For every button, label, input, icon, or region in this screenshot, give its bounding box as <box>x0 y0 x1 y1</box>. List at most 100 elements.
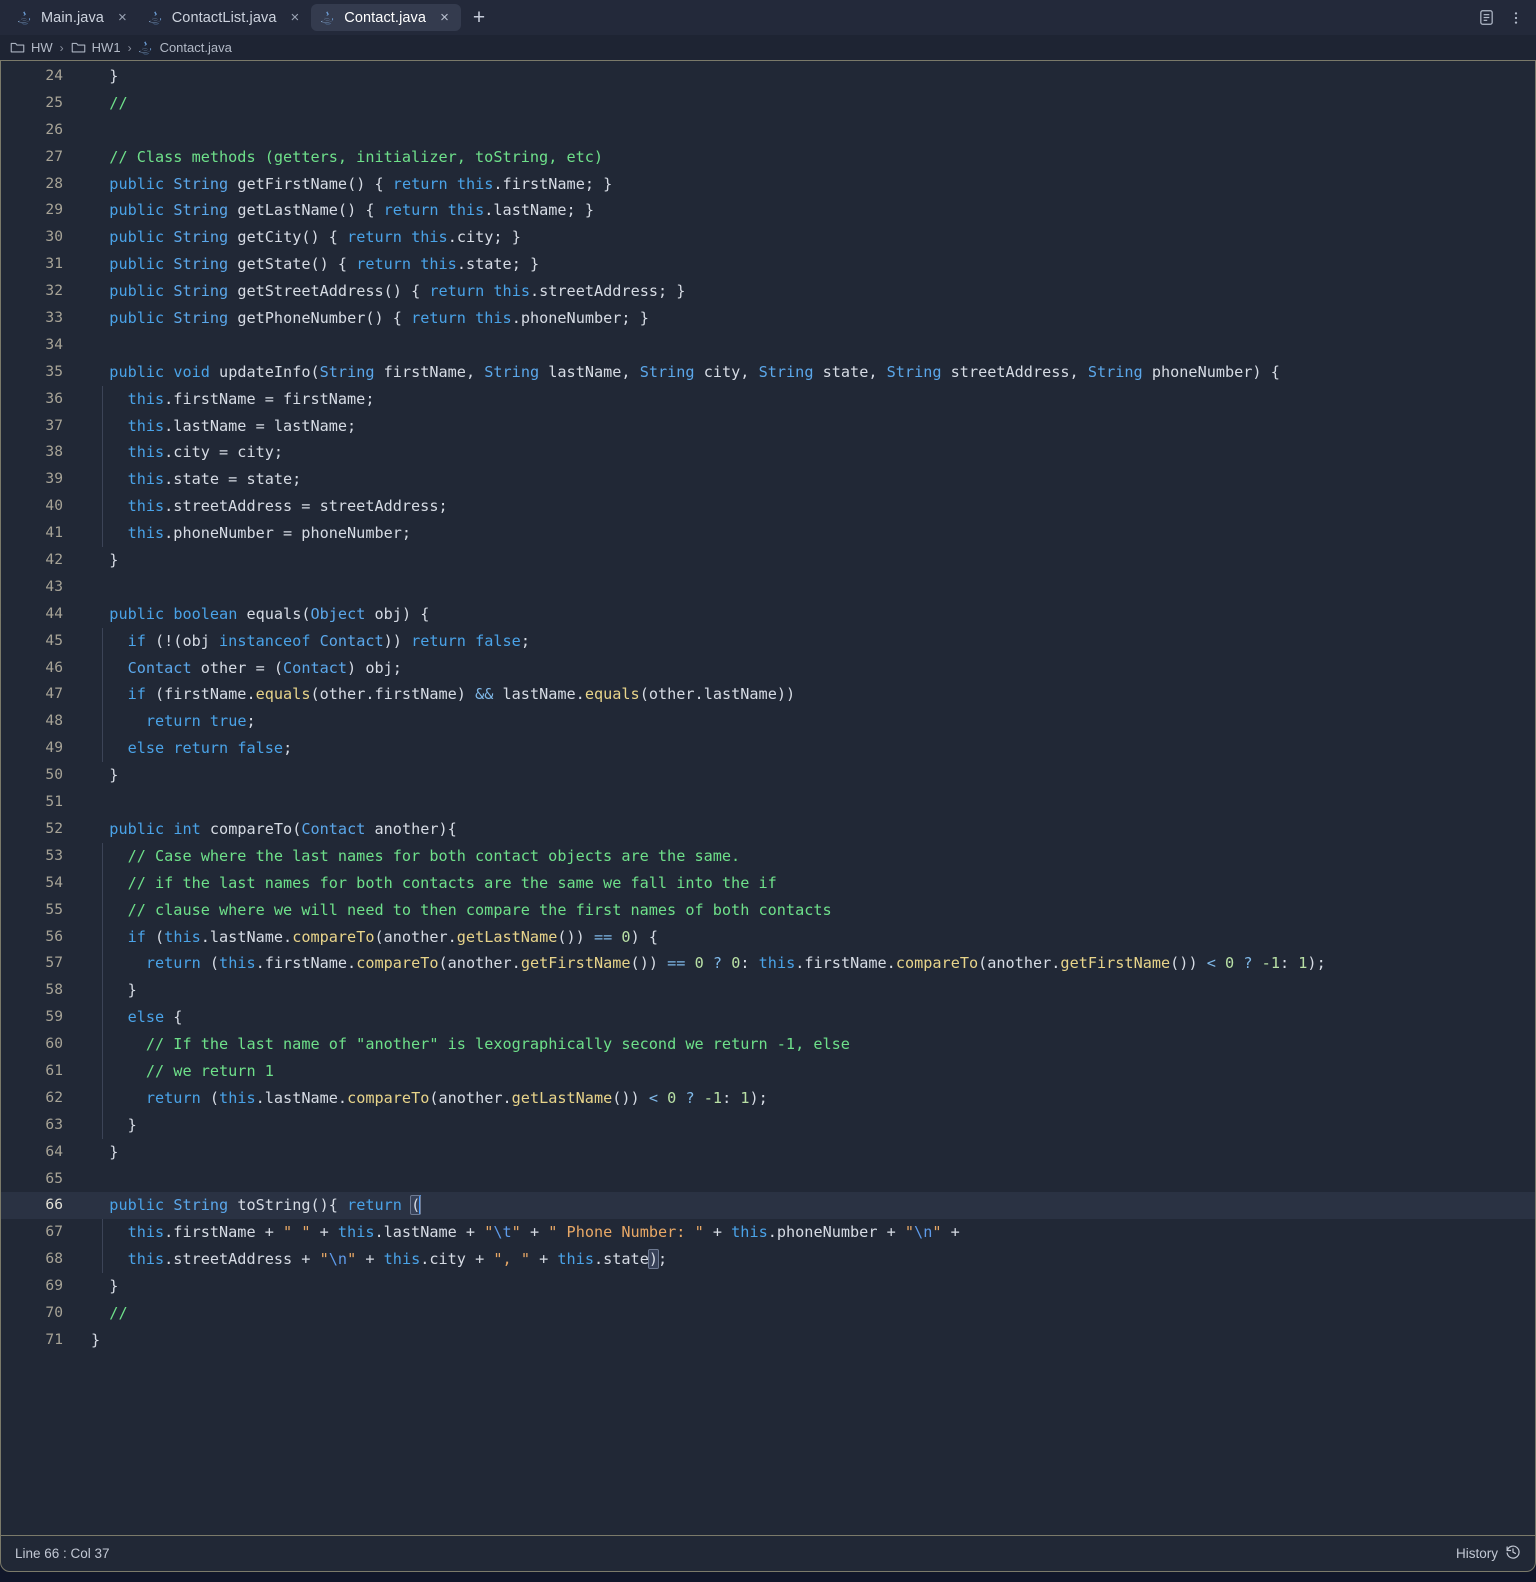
code-line[interactable]: 69 } <box>1 1273 1535 1300</box>
code-line[interactable]: 39 this.state = state; <box>1 466 1535 494</box>
code-text[interactable]: // <box>67 1300 1535 1327</box>
code-line[interactable]: 61 // we return 1 <box>1 1057 1535 1085</box>
code-line[interactable]: 28 public String getFirstName() { return… <box>1 171 1535 198</box>
code-line[interactable]: 37 this.lastName = lastName; <box>1 412 1535 440</box>
code-line[interactable]: 58 } <box>1 977 1535 1005</box>
code-text[interactable]: // clause where we will need to then com… <box>67 897 1535 924</box>
code-line[interactable]: 40 this.streetAddress = streetAddress; <box>1 493 1535 521</box>
code-text[interactable]: return true; <box>67 708 1535 735</box>
code-line[interactable]: 71} <box>1 1327 1535 1354</box>
code-text[interactable]: // <box>67 90 1535 117</box>
code-text[interactable]: public String toString(){ return ( <box>67 1192 1535 1219</box>
breadcrumb-item-hw[interactable]: HW <box>10 40 53 55</box>
code-content[interactable]: 24 } 25 //26 27 // Class methods (getters,… <box>1 61 1535 1535</box>
code-line[interactable]: 49 else return false; <box>1 735 1535 763</box>
history-button[interactable]: History <box>1456 1544 1521 1563</box>
code-line[interactable]: 38 this.city = city; <box>1 439 1535 467</box>
close-icon[interactable]: × <box>438 10 451 25</box>
new-tab-button[interactable]: + <box>461 7 497 28</box>
code-line[interactable]: 56 if (this.lastName.compareTo(another.g… <box>1 923 1535 951</box>
code-line[interactable]: 57 return (this.firstName.compareTo(anot… <box>1 950 1535 978</box>
code-text[interactable]: public String getLastName() { return thi… <box>67 197 1535 224</box>
code-text[interactable]: this.streetAddress = streetAddress; <box>67 493 1535 520</box>
code-text[interactable]: } <box>67 1112 1535 1139</box>
code-line[interactable]: 55 // clause where we will need to then … <box>1 896 1535 924</box>
code-text[interactable]: } <box>67 1273 1535 1300</box>
code-line[interactable]: 32 public String getStreetAddress() { re… <box>1 278 1535 305</box>
code-line[interactable]: 66 public String toString(){ return ( <box>1 1192 1535 1220</box>
code-line[interactable]: 67 this.firstName + " " + this.lastName … <box>1 1219 1535 1247</box>
code-text[interactable]: this.city = city; <box>67 439 1535 466</box>
code-line[interactable]: 26 <box>1 117 1535 144</box>
code-line[interactable]: 30 public String getCity() { return this… <box>1 224 1535 251</box>
code-line[interactable]: 24 } <box>1 63 1535 90</box>
code-line[interactable]: 43 <box>1 574 1535 601</box>
code-text[interactable]: this.state = state; <box>67 466 1535 493</box>
code-text[interactable]: // Case where the last names for both co… <box>67 843 1535 870</box>
code-text[interactable]: public void updateInfo(String firstName,… <box>67 359 1535 386</box>
close-icon[interactable]: × <box>289 10 302 25</box>
code-text[interactable]: if (this.lastName.compareTo(another.getL… <box>67 924 1535 951</box>
code-text[interactable]: this.firstName = firstName; <box>67 386 1535 413</box>
editor-viewport[interactable]: 24 } 25 //26 27 // Class methods (getters,… <box>0 61 1536 1535</box>
code-line[interactable]: 31 public String getState() { return thi… <box>1 251 1535 278</box>
code-line[interactable]: 68 this.streetAddress + "\n" + this.city… <box>1 1246 1535 1274</box>
code-line[interactable]: 45 if (!(obj instanceof Contact)) return… <box>1 627 1535 655</box>
code-line[interactable]: 47 if (firstName.equals(other.firstName)… <box>1 681 1535 709</box>
code-text[interactable]: // Class methods (getters, initializer, … <box>67 144 1535 171</box>
code-line[interactable]: 25 // <box>1 90 1535 117</box>
code-text[interactable]: public String getStreetAddress() { retur… <box>67 278 1535 305</box>
code-line[interactable]: 59 else { <box>1 1004 1535 1032</box>
code-text[interactable]: } <box>67 762 1535 789</box>
code-line[interactable]: 42 } <box>1 547 1535 574</box>
code-line[interactable]: 36 this.firstName = firstName; <box>1 385 1535 413</box>
code-text[interactable]: return (this.firstName.compareTo(another… <box>67 950 1535 977</box>
code-text[interactable]: } <box>67 1139 1535 1166</box>
code-text[interactable]: Contact other = (Contact) obj; <box>67 655 1535 682</box>
code-text[interactable]: // we return 1 <box>67 1058 1535 1085</box>
code-text[interactable]: if (!(obj instanceof Contact)) return fa… <box>67 628 1535 655</box>
code-line[interactable]: 60 // If the last name of "another" is l… <box>1 1031 1535 1058</box>
code-line[interactable]: 41 this.phoneNumber = phoneNumber; <box>1 520 1535 548</box>
code-text[interactable]: else { <box>67 1004 1535 1031</box>
code-text[interactable]: this.phoneNumber = phoneNumber; <box>67 520 1535 547</box>
code-line[interactable]: 27 // Class methods (getters, initialize… <box>1 144 1535 171</box>
code-line[interactable]: 29 public String getLastName() { return … <box>1 197 1535 224</box>
code-text[interactable]: } <box>67 1327 1535 1354</box>
close-icon[interactable]: × <box>116 10 129 25</box>
code-text[interactable]: } <box>67 977 1535 1004</box>
code-line[interactable]: 70 // <box>1 1300 1535 1327</box>
code-line[interactable]: 64 } <box>1 1139 1535 1166</box>
code-text[interactable]: public String getCity() { return this.ci… <box>67 224 1535 251</box>
code-text[interactable]: } <box>67 547 1535 574</box>
code-text[interactable]: if (firstName.equals(other.firstName) &&… <box>67 681 1535 708</box>
more-options-icon[interactable] <box>1502 4 1530 32</box>
code-text[interactable]: else return false; <box>67 735 1535 762</box>
notes-panel-icon[interactable] <box>1472 4 1500 32</box>
code-text[interactable]: public String getState() { return this.s… <box>67 251 1535 278</box>
code-text[interactable]: this.streetAddress + "\n" + this.city + … <box>67 1246 1535 1273</box>
code-line[interactable]: 62 return (this.lastName.compareTo(anoth… <box>1 1084 1535 1112</box>
code-line[interactable]: 33 public String getPhoneNumber() { retu… <box>1 305 1535 332</box>
code-text[interactable]: public int compareTo(Contact another){ <box>67 816 1535 843</box>
code-text[interactable]: return (this.lastName.compareTo(another.… <box>67 1085 1535 1112</box>
code-text[interactable]: public String getFirstName() { return th… <box>67 171 1535 198</box>
code-text[interactable]: // If the last name of "another" is lexo… <box>67 1031 1535 1058</box>
code-line[interactable]: 54 // if the last names for both contact… <box>1 869 1535 897</box>
tab-contact-java[interactable]: Contact.java × <box>311 4 461 31</box>
code-line[interactable]: 34 <box>1 332 1535 359</box>
code-line[interactable]: 44 public boolean equals(Object obj) { <box>1 601 1535 628</box>
code-line[interactable]: 50 } <box>1 762 1535 789</box>
code-text[interactable]: this.firstName + " " + this.lastName + "… <box>67 1219 1535 1246</box>
tab-contactlist-java[interactable]: ContactList.java × <box>139 4 312 31</box>
code-line[interactable]: 48 return true; <box>1 708 1535 736</box>
code-line[interactable]: 51 <box>1 789 1535 816</box>
code-line[interactable]: 35 public void updateInfo(String firstNa… <box>1 359 1535 386</box>
code-text[interactable]: // if the last names for both contacts a… <box>67 870 1535 897</box>
code-text[interactable]: this.lastName = lastName; <box>67 413 1535 440</box>
breadcrumb-item-hw1[interactable]: HW1 <box>71 40 121 55</box>
code-line[interactable]: 46 Contact other = (Contact) obj; <box>1 654 1535 682</box>
code-line[interactable]: 53 // Case where the last names for both… <box>1 842 1535 870</box>
code-line[interactable]: 52 public int compareTo(Contact another)… <box>1 816 1535 843</box>
code-text[interactable]: public String getPhoneNumber() { return … <box>67 305 1535 332</box>
